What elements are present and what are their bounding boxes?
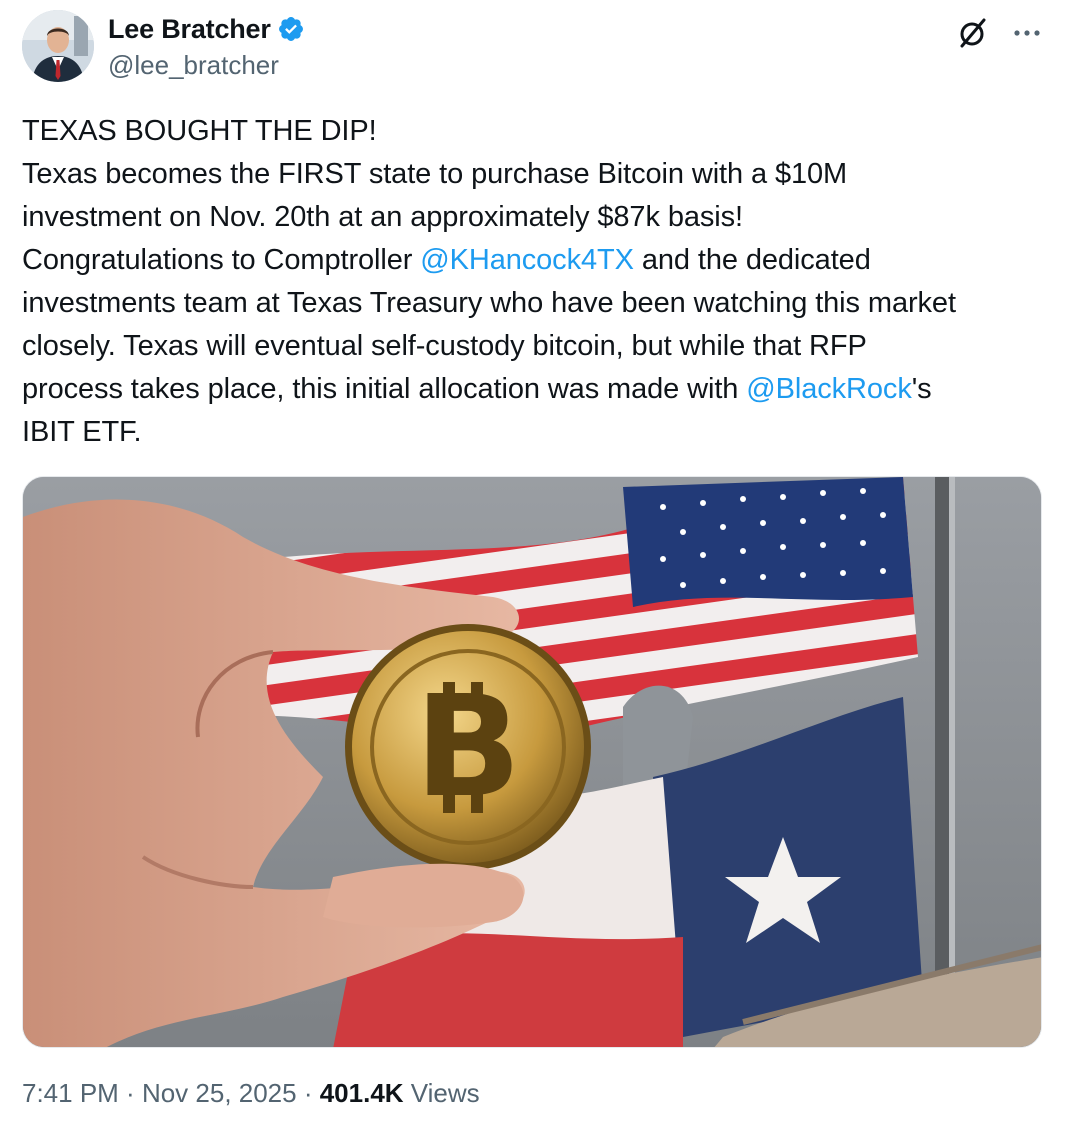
meta-separator: · [296, 1078, 320, 1108]
tweet-line-mention: Congratulations to Comptroller @KHancock… [22, 239, 1052, 282]
tweet-date[interactable]: Nov 25, 2025 [142, 1078, 297, 1108]
tweet-text: TEXAS BOUGHT THE DIP! Texas becomes the … [22, 110, 1052, 454]
views-count[interactable]: 401.4K [320, 1078, 404, 1108]
author-handle[interactable]: @lee_bratcher [108, 50, 305, 81]
top-actions [956, 16, 1042, 50]
tweet-line: IBIT ETF. [22, 416, 142, 448]
tweet-media-image[interactable]: B [22, 476, 1042, 1048]
author-display-name[interactable]: Lee Bratcher [108, 14, 271, 45]
tweet-text-segment: and the dedicated [633, 244, 871, 276]
meta-separator: · [118, 1078, 142, 1108]
mention-link-khancock4tx[interactable]: @KHancock4TX [420, 244, 634, 276]
views-label: Views [403, 1078, 480, 1108]
avatar[interactable] [22, 10, 94, 82]
tweet-line: closely. Texas will eventual self-custod… [22, 330, 867, 362]
tweet-line: TEXAS BOUGHT THE DIP! [22, 115, 377, 147]
tweet-line: Texas becomes the FIRST state to purchas… [22, 158, 848, 190]
tweet-line: investments team at Texas Treasury who h… [22, 287, 956, 319]
coin-symbol: B [415, 666, 522, 829]
mention-link-blackrock[interactable]: @BlackRock [746, 373, 912, 405]
tweet-time[interactable]: 7:41 PM [22, 1078, 119, 1108]
name-row: Lee Bratcher [108, 12, 305, 46]
tweet-text-segment: Congratulations to Comptroller [22, 244, 421, 276]
tweet-line-mention: process takes place, this initial alloca… [22, 368, 1052, 411]
tweet-card: Lee Bratcher @lee_bratcher TEXAS BOUGHT … [0, 0, 1072, 1132]
tweet-text-segment: process takes place, this initial alloca… [22, 373, 747, 405]
more-options-icon[interactable] [1012, 18, 1042, 48]
author-block: Lee Bratcher @lee_bratcher [108, 12, 305, 81]
tweet-line: investment on Nov. 20th at an approximat… [22, 201, 743, 233]
verified-badge-icon[interactable] [277, 15, 305, 43]
grok-icon[interactable] [956, 16, 990, 50]
tweet-meta: 7:41 PM · Nov 25, 2025 · 401.4K Views [22, 1078, 480, 1109]
tweet-text-segment: 's [911, 373, 932, 405]
